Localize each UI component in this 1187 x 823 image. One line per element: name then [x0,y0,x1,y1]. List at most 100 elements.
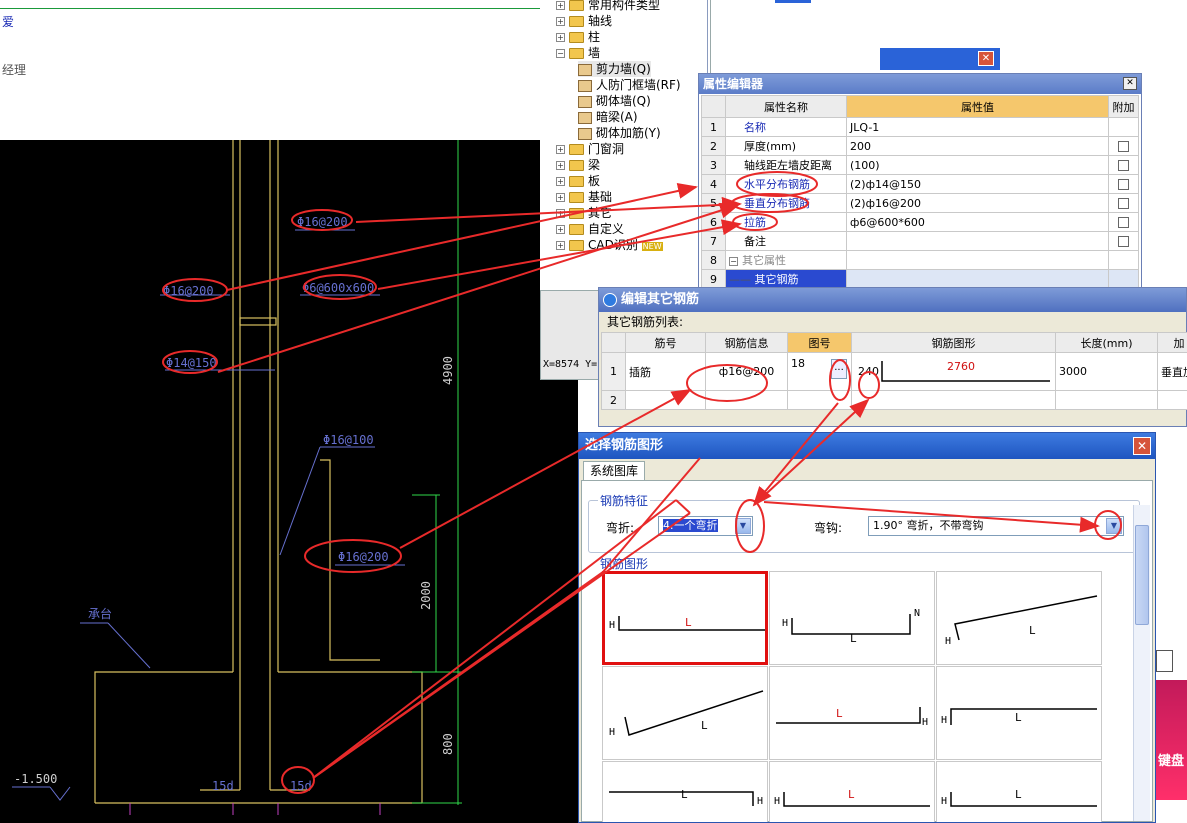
row-number: 8 [701,250,726,270]
tree-item[interactable]: + 自定义 [556,221,624,237]
shape-option[interactable]: HL [936,666,1102,760]
tab-system-library[interactable]: 系统图库 [583,461,645,481]
chevron-down-icon[interactable]: ▼ [735,518,751,534]
property-row[interactable]: 1 名称 JLQ-1 [701,117,1139,137]
cad-canvas[interactable]: Φ16@200 Φ16@200 Φ6@600x600 Φ14@150 Φ16@1… [0,140,578,823]
bar-no-cell[interactable] [625,390,706,410]
collapse-icon[interactable]: − [729,256,738,266]
property-row[interactable]: 5 垂直分布钢筋 (2)ф16@200 [701,193,1139,213]
property-value[interactable] [846,231,1109,251]
expand-icon[interactable]: + [556,225,565,234]
property-value[interactable] [846,250,1109,270]
scroll-thumb[interactable] [1135,525,1149,625]
property-value[interactable]: (2)ф14@150 [846,174,1109,194]
scrollbar[interactable] [1133,505,1150,821]
checkbox[interactable] [1118,179,1129,190]
tree-item[interactable]: + 门窗洞 [556,141,624,157]
tree-item[interactable]: + 基础 [556,189,612,205]
expand-icon[interactable]: + [556,161,565,170]
shape-h-label: H [941,796,948,807]
property-value[interactable]: (2)ф16@200 [846,193,1109,213]
close-icon[interactable]: ✕ [978,51,994,66]
shape-option[interactable]: HL [936,571,1102,665]
tree-item[interactable]: − 墙 [556,45,600,61]
folder-icon [569,144,584,155]
tree-item[interactable]: 剪力墙(Q) [578,61,651,77]
folder-icon [569,160,584,171]
extra-cell[interactable] [1108,231,1139,251]
ad-banner[interactable]: 键盘 [1156,680,1187,800]
hdr-bar-no: 筋号 [625,332,706,353]
extra-cell[interactable] [1108,193,1139,213]
cad-top-area: 爱 经理 [0,0,540,140]
shape-option[interactable]: HL [769,761,935,822]
shape-option[interactable]: HL [936,761,1102,822]
extra-cell[interactable] [1108,174,1139,194]
shape-option[interactable]: HL [769,666,935,760]
bend-select[interactable]: 4.一个弯折 ▼ [658,516,753,536]
extra-cell[interactable] [1108,155,1139,175]
fig-no-cell[interactable]: 18 ... [787,352,852,391]
property-row[interactable]: 2 厚度(mm) 200 [701,136,1139,156]
expand-icon[interactable]: + [556,145,565,154]
property-row[interactable]: 4 水平分布钢筋 (2)ф14@150 [701,174,1139,194]
chevron-down-icon[interactable]: ▼ [1106,518,1122,534]
hook-select[interactable]: 1.90° 弯折，不带弯钩 ▼ [868,516,1124,536]
tree-item[interactable]: 暗梁(A) [578,109,638,125]
length-cell[interactable]: 3000 [1055,352,1158,391]
expand-icon[interactable]: + [556,17,565,26]
shape-option[interactable]: H L N [769,571,935,665]
tree-item[interactable]: 人防门框墙(RF) [578,77,681,93]
expand-icon[interactable]: + [556,209,565,218]
tree-item[interactable]: + 柱 [556,29,600,45]
component-tree[interactable]: + 常用构件类型 + 轴线 + 柱 − 墙剪力墙(Q) 人防门框墙(RF) 砌体墙(Q) 暗梁(A)… [540,0,708,290]
shape-l-label: L [848,788,855,801]
tree-item[interactable]: 砌体墙(Q) [578,93,651,109]
property-row[interactable]: 9 —— 其它钢筋 [701,269,1139,289]
pick-shape-button[interactable]: ... [831,359,847,379]
ad-button[interactable] [1156,650,1173,672]
property-row[interactable]: 7 备注 [701,231,1139,251]
expand-icon[interactable]: + [556,33,565,42]
expand-icon[interactable]: + [556,241,565,250]
blue-marker [775,0,811,3]
shape-option[interactable]: HL [602,666,768,760]
shape-option[interactable]: HL [602,761,768,822]
fig-no-cell[interactable] [787,390,852,410]
property-row[interactable]: 8− 其它属性 [701,250,1139,270]
tree-item[interactable]: + 板 [556,173,600,189]
checkbox[interactable] [1118,198,1129,209]
tree-item[interactable]: + 常用构件类型 [556,0,660,13]
close-icon[interactable]: ✕ [1123,77,1137,90]
bar-no-cell[interactable]: 插筋 [625,352,706,391]
row-number: 5 [701,193,726,213]
shape-option[interactable]: HL [602,571,768,665]
property-row[interactable]: 6 拉筋 ф6@600*600 [701,212,1139,232]
checkbox[interactable] [1118,217,1129,228]
checkbox[interactable] [1118,141,1129,152]
property-value[interactable]: 200 [846,136,1109,156]
checkbox[interactable] [1118,236,1129,247]
expand-icon[interactable]: − [556,49,565,58]
checkbox[interactable] [1118,160,1129,171]
expand-icon[interactable]: + [556,193,565,202]
tree-item[interactable]: + CAD识别 NEW [556,237,663,253]
property-row[interactable]: 3 轴线距左墙皮距离 (100) [701,155,1139,175]
expand-icon[interactable]: + [556,177,565,186]
property-value[interactable]: JLQ-1 [846,117,1109,137]
expand-icon[interactable]: + [556,1,565,10]
row-number: 2 [601,390,626,410]
tree-item[interactable]: + 其它 [556,205,612,221]
bar-info-cell[interactable] [705,390,788,410]
property-value[interactable] [846,269,1109,289]
close-icon[interactable]: ✕ [1133,437,1151,455]
tree-item[interactable]: + 梁 [556,157,600,173]
extra-cell[interactable] [1108,212,1139,232]
property-value[interactable]: (100) [846,155,1109,175]
bar-info-cell[interactable]: ф16@200 [705,352,788,391]
tree-item[interactable]: + 轴线 [556,13,612,29]
extra-cell[interactable] [1108,136,1139,156]
property-value[interactable]: ф6@600*600 [846,212,1109,232]
length-cell[interactable] [1055,390,1158,410]
tree-item[interactable]: 砌体加筋(Y) [578,125,661,141]
